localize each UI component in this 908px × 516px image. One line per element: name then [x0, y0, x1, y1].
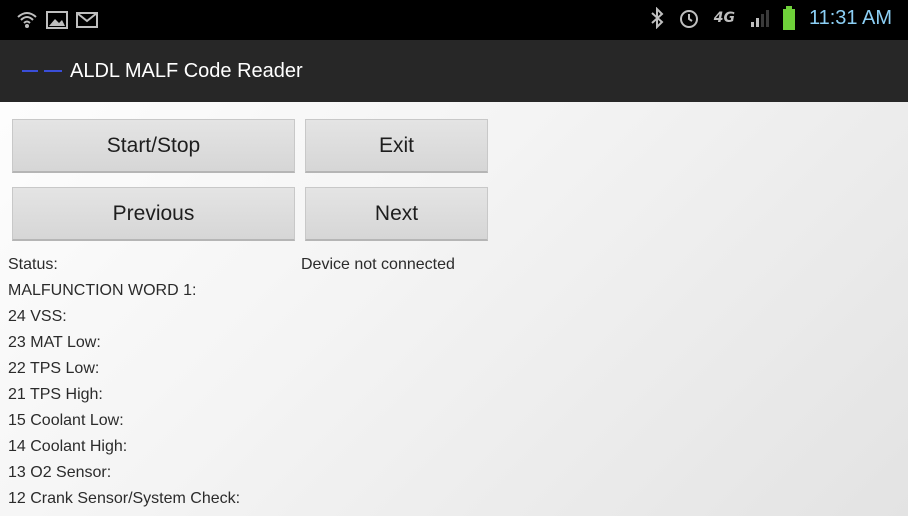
- alarm-icon: [679, 10, 698, 28]
- code-line: 23 MAT Low:: [8, 334, 101, 351]
- malfunction-word-header: MALFUNCTION WORD 1:: [8, 282, 197, 299]
- code-line: 21 TPS High:: [8, 386, 103, 403]
- image-icon: [46, 11, 68, 29]
- status-label: Status:: [8, 256, 58, 273]
- code-line: 22 TPS Low:: [8, 360, 100, 377]
- exit-button[interactable]: Exit: [305, 119, 488, 173]
- wifi-icon: [17, 12, 37, 28]
- code-line: 13 O2 Sensor:: [8, 464, 112, 481]
- code-line: 15 Coolant Low:: [8, 412, 124, 429]
- start-stop-button[interactable]: Start/Stop: [12, 119, 295, 173]
- next-button[interactable]: Next: [305, 187, 488, 241]
- code-line: 24 VSS:: [8, 308, 67, 325]
- mail-icon: [76, 12, 98, 28]
- status-value: Device not connected: [301, 256, 455, 273]
- code-line: 14 Coolant High:: [8, 438, 128, 455]
- code-line: 12 Crank Sensor/System Check:: [8, 490, 241, 507]
- action-bar: ALDL MALF Code Reader: [0, 40, 908, 102]
- app-title: ALDL MALF Code Reader: [70, 59, 303, 82]
- signal-icon: [750, 10, 769, 27]
- main-content: Start/Stop Exit Previous Next Status: De…: [0, 102, 908, 516]
- battery-icon: [782, 6, 795, 30]
- network-4g-icon: 4G: [713, 10, 735, 26]
- clock-time: 11:31 AM: [808, 6, 892, 29]
- app-logo-icon: [22, 70, 62, 72]
- status-bar: 4G 11:31 AM: [0, 0, 908, 40]
- previous-button[interactable]: Previous: [12, 187, 295, 241]
- bluetooth-icon: [651, 7, 664, 29]
